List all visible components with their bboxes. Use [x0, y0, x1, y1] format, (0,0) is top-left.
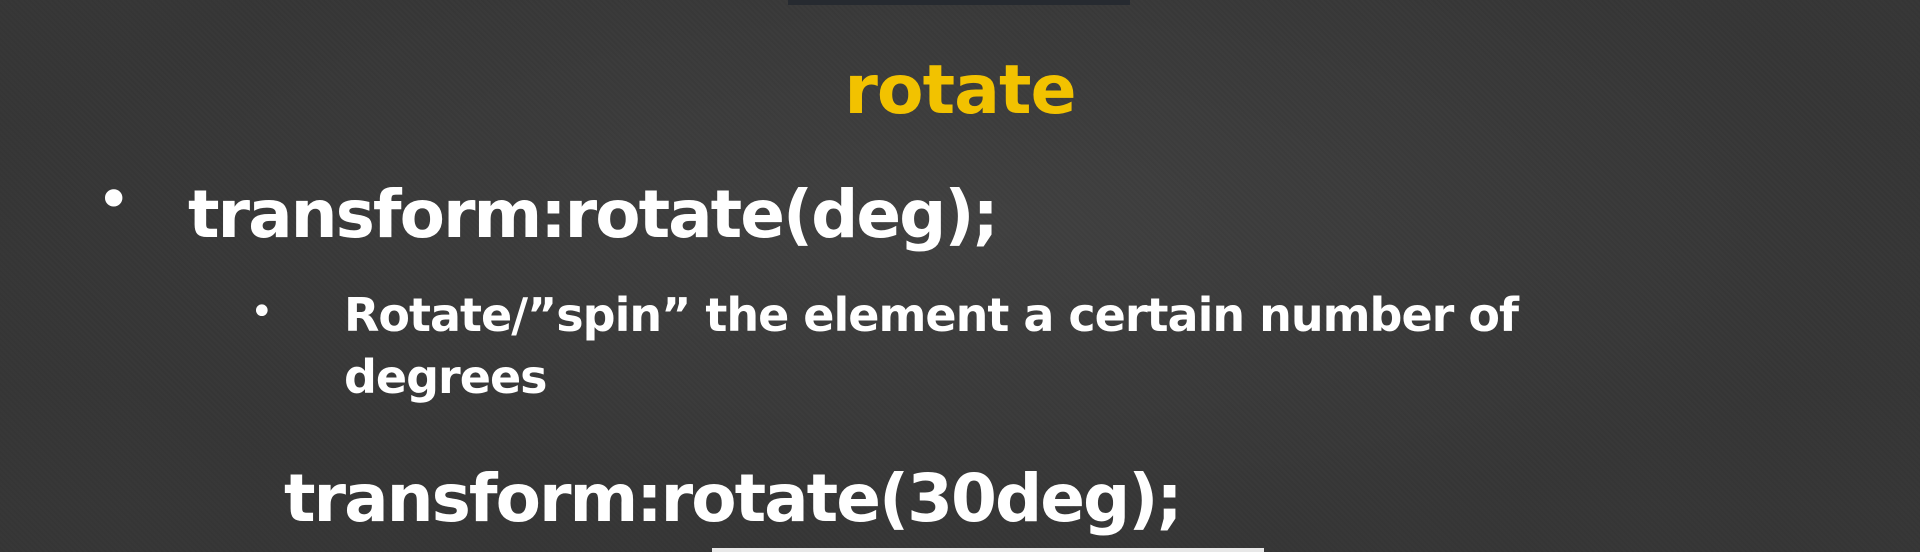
sub-bullet-text: Rotate/”spin” the element a certain numb… [344, 288, 1519, 404]
example-code: transform:rotate(30deg); [284, 460, 1183, 537]
bullet-icon: • [96, 165, 132, 235]
sub-bullet-icon: • [250, 289, 274, 335]
bottom-divider [712, 548, 1264, 552]
slide-title: rotate [844, 51, 1076, 130]
top-bar [788, 0, 1130, 5]
main-bullet-text: transform:rotate(deg); [188, 176, 999, 253]
